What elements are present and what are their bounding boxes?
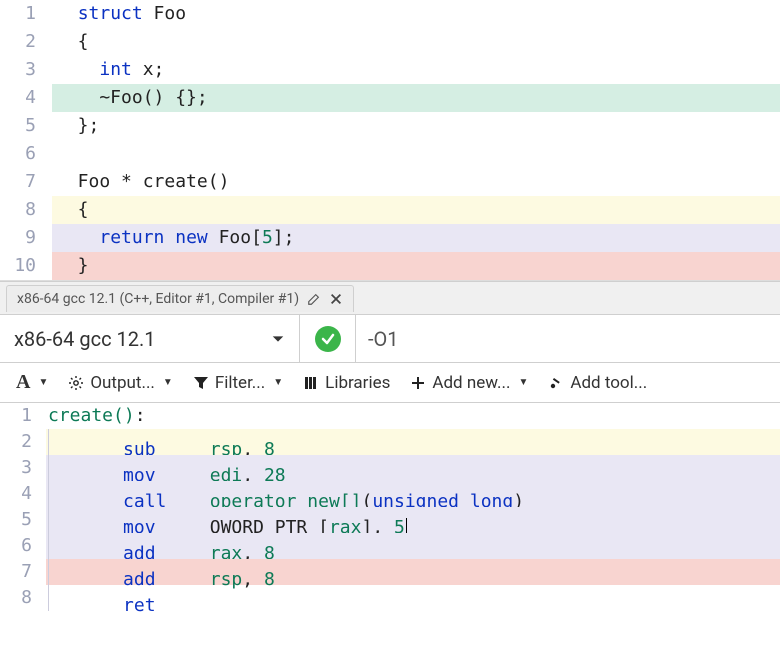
wrench-icon xyxy=(548,375,564,391)
compile-status xyxy=(300,315,356,362)
line-number: 1 xyxy=(0,0,52,28)
source-code[interactable]: ~Foo() {}; xyxy=(52,84,780,112)
asm-code[interactable]: sub rsp, 8 xyxy=(46,429,780,455)
font-button[interactable]: A ▼ xyxy=(8,367,56,398)
line-number: 10 xyxy=(0,252,52,280)
caret-down-icon: ▼ xyxy=(163,377,173,388)
line-number: 6 xyxy=(0,140,52,168)
asm-line[interactable]: 8 ret xyxy=(0,585,780,611)
compiler-tab-label: x86-64 gcc 12.1 (C++, Editor #1, Compile… xyxy=(17,291,299,307)
line-number: 5 xyxy=(0,112,52,140)
line-number: 2 xyxy=(0,429,46,455)
books-icon xyxy=(303,375,319,391)
gear-icon xyxy=(68,375,84,391)
line-number: 1 xyxy=(0,403,46,429)
line-number: 5 xyxy=(0,507,46,533)
asm-line[interactable]: 6 add rax, 8 xyxy=(0,533,780,559)
source-line[interactable]: 2 { xyxy=(0,28,780,56)
compiler-tab-bar: x86-64 gcc 12.1 (C++, Editor #1, Compile… xyxy=(0,281,780,315)
plus-icon xyxy=(410,375,426,391)
source-line[interactable]: 6 xyxy=(0,140,780,168)
source-line[interactable]: 9 return new Foo[5]; xyxy=(0,224,780,252)
asm-line[interactable]: 7 add rsp, 8 xyxy=(0,559,780,585)
asm-toolbar: A ▼ Output... ▼ Filter... ▼ Libraries Ad… xyxy=(0,363,780,403)
source-code[interactable]: struct Foo xyxy=(52,0,780,28)
compiler-tab[interactable]: x86-64 gcc 12.1 (C++, Editor #1, Compile… xyxy=(6,285,354,312)
asm-line[interactable]: 3 mov edi, 28 xyxy=(0,455,780,481)
filter-button[interactable]: Filter... ▼ xyxy=(185,369,291,397)
asm-code[interactable]: mov QWORD PTR [rax], 5 xyxy=(46,507,780,533)
line-number: 7 xyxy=(0,559,46,585)
compiler-select[interactable]: x86-64 gcc 12.1 xyxy=(0,315,300,362)
source-code[interactable]: } xyxy=(52,252,780,280)
compiler-name: x86-64 gcc 12.1 xyxy=(14,327,156,351)
output-button[interactable]: Output... ▼ xyxy=(60,369,180,397)
asm-code[interactable]: mov edi, 28 xyxy=(46,455,780,481)
line-number: 6 xyxy=(0,533,46,559)
compiler-flags-input[interactable]: -O1 xyxy=(356,315,780,362)
line-number: 9 xyxy=(0,224,52,252)
status-ok-icon xyxy=(315,326,341,352)
source-line[interactable]: 7 Foo * create() xyxy=(0,168,780,196)
funnel-icon xyxy=(193,375,209,391)
caret-down-icon: ▼ xyxy=(273,377,283,388)
caret-down-icon: ▼ xyxy=(38,377,48,388)
source-code[interactable]: { xyxy=(52,28,780,56)
asm-output[interactable]: 1create():2 sub rsp, 83 mov edi, 284 cal… xyxy=(0,403,780,611)
line-number: 4 xyxy=(0,84,52,112)
asm-code[interactable]: create(): xyxy=(46,403,780,429)
source-code[interactable] xyxy=(52,140,780,168)
asm-code[interactable]: add rax, 8 xyxy=(46,533,780,559)
close-icon[interactable] xyxy=(329,292,343,306)
source-line[interactable]: 1 struct Foo xyxy=(0,0,780,28)
source-line[interactable]: 3 int x; xyxy=(0,56,780,84)
line-number: 8 xyxy=(0,585,46,611)
line-number: 7 xyxy=(0,168,52,196)
source-line[interactable]: 5 }; xyxy=(0,112,780,140)
source-code[interactable]: int x; xyxy=(52,56,780,84)
asm-line[interactable]: 5 mov QWORD PTR [rax], 5 xyxy=(0,507,780,533)
libraries-button[interactable]: Libraries xyxy=(295,369,398,397)
source-editor[interactable]: 1 struct Foo2 {3 int x;4 ~Foo() {};5 };6… xyxy=(0,0,780,281)
caret-down-icon xyxy=(271,327,285,351)
source-line[interactable]: 4 ~Foo() {}; xyxy=(0,84,780,112)
source-code[interactable]: return new Foo[5]; xyxy=(52,224,780,252)
compiler-bar: x86-64 gcc 12.1 -O1 xyxy=(0,315,780,363)
source-line[interactable]: 10 } xyxy=(0,252,780,280)
source-line[interactable]: 8 { xyxy=(0,196,780,224)
line-number: 3 xyxy=(0,455,46,481)
asm-code[interactable]: add rsp, 8 xyxy=(46,559,780,585)
asm-line[interactable]: 2 sub rsp, 8 xyxy=(0,429,780,455)
add-tool-button[interactable]: Add tool... xyxy=(540,369,655,397)
line-number: 3 xyxy=(0,56,52,84)
asm-code[interactable]: ret xyxy=(46,585,780,611)
asm-code[interactable]: call operator new[](unsigned long) xyxy=(46,481,780,507)
caret-down-icon: ▼ xyxy=(518,377,528,388)
asm-line[interactable]: 1create(): xyxy=(0,403,780,429)
compiler-flags-value: -O1 xyxy=(368,327,399,351)
source-code[interactable]: { xyxy=(52,196,780,224)
line-number: 4 xyxy=(0,481,46,507)
line-number: 8 xyxy=(0,196,52,224)
source-code[interactable]: }; xyxy=(52,112,780,140)
line-number: 2 xyxy=(0,28,52,56)
add-new-button[interactable]: Add new... ▼ xyxy=(402,369,536,397)
pencil-icon[interactable] xyxy=(307,292,321,306)
asm-line[interactable]: 4 call operator new[](unsigned long) xyxy=(0,481,780,507)
source-code[interactable]: Foo * create() xyxy=(52,168,780,196)
